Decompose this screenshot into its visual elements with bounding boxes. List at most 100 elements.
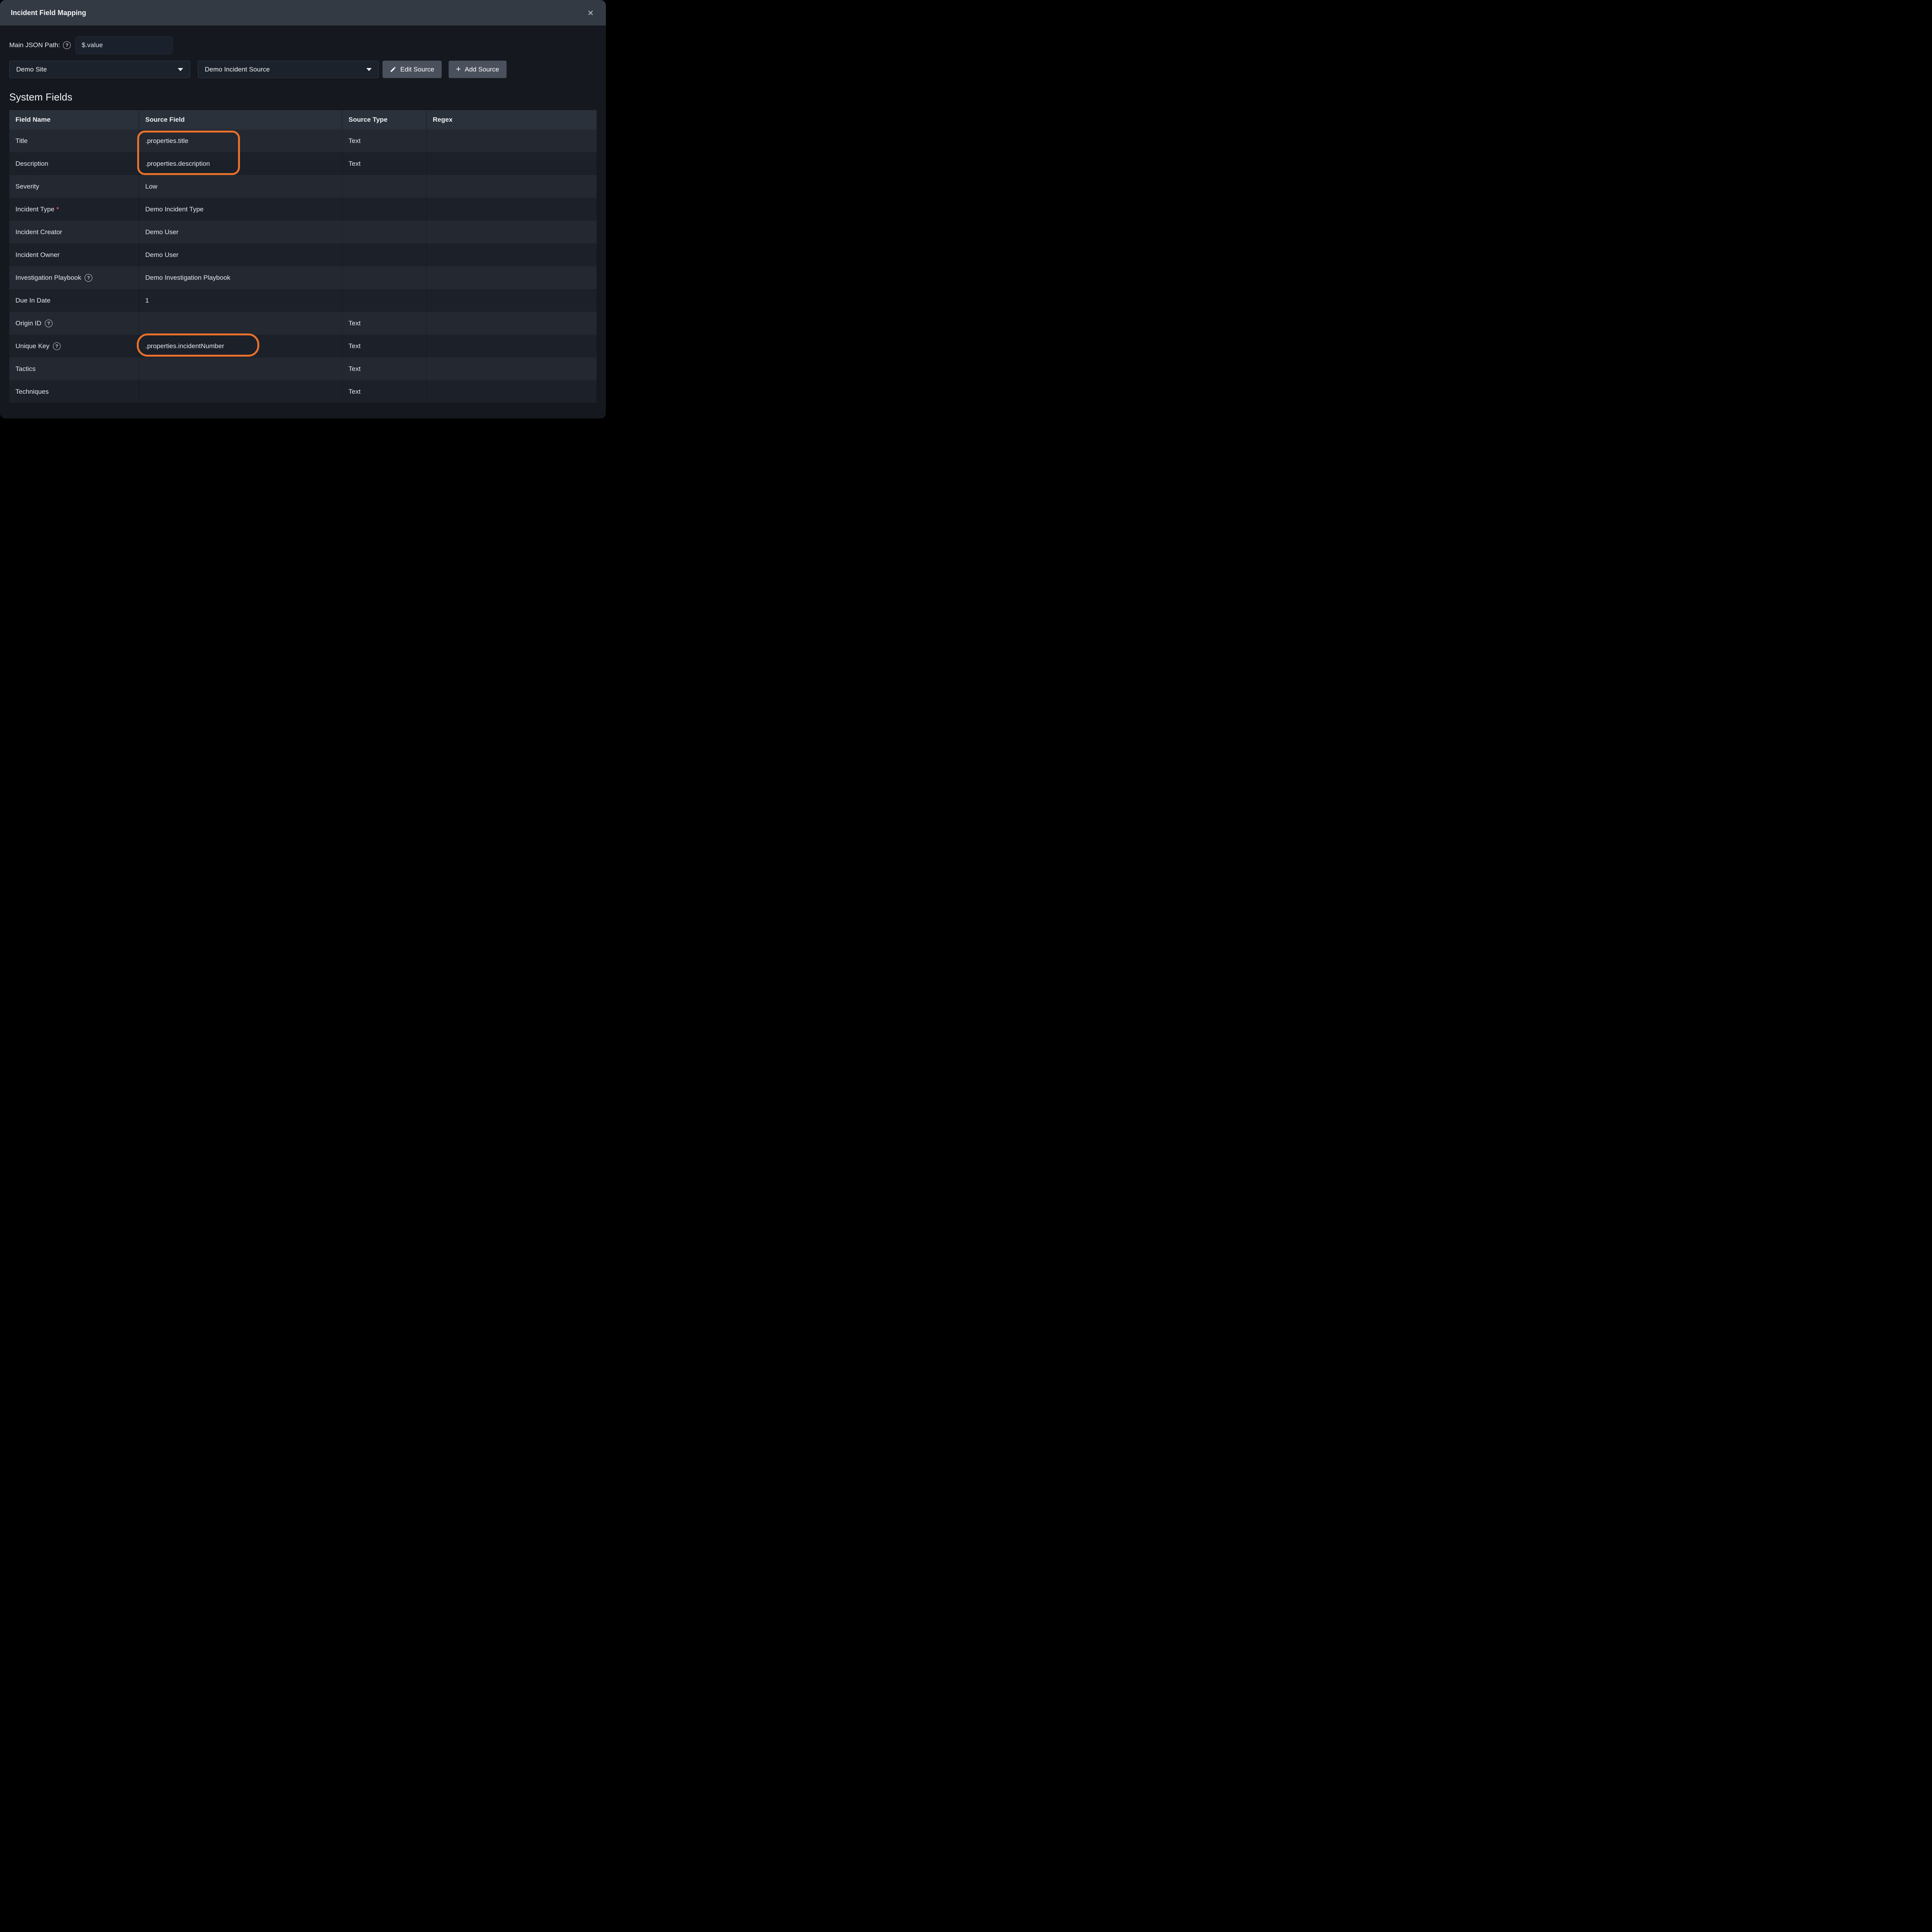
source-field-cell: .properties.description	[139, 152, 342, 175]
field-name-label: Title	[15, 137, 28, 145]
regex-cell	[427, 289, 597, 312]
field-name-label: Incident Creator	[15, 228, 62, 236]
source-type-cell	[342, 266, 427, 289]
field-name-label: Tactics	[15, 365, 36, 373]
regex-cell	[427, 357, 597, 380]
field-name-label: Due In Date	[15, 297, 51, 304]
incident-source-select-value: Demo Incident Source	[205, 66, 270, 73]
incident-field-mapping-modal: Incident Field Mapping × Main JSON Path:…	[0, 0, 606, 418]
field-name-cell: Incident Creator	[9, 221, 139, 243]
help-icon[interactable]: ?	[45, 320, 53, 327]
field-name-cell: Severity	[9, 175, 139, 198]
table-row: Incident Owner Demo User	[9, 243, 597, 266]
field-name-cell: Investigation Playbook?	[9, 266, 139, 289]
edit-source-label: Edit Source	[400, 66, 434, 73]
column-header-source-field: Source Field	[139, 110, 342, 129]
field-name-label: Investigation Playbook	[15, 274, 81, 282]
edit-source-button[interactable]: Edit Source	[383, 61, 442, 78]
toolbar: Demo Site Demo Incident Source Edit Sour…	[9, 61, 597, 78]
source-field-cell: Demo User	[139, 243, 342, 266]
source-type-cell	[342, 198, 427, 221]
source-type-cell: Text	[342, 380, 427, 403]
section-title: System Fields	[9, 91, 597, 103]
close-icon[interactable]: ×	[586, 7, 595, 19]
source-field-cell: .properties.incidentNumber	[139, 335, 342, 357]
source-field-cell: Demo Investigation Playbook	[139, 266, 342, 289]
field-name-label: Incident Type	[15, 206, 54, 213]
pencil-icon	[390, 66, 396, 73]
chevron-down-icon	[178, 68, 183, 71]
add-source-button[interactable]: + Add Source	[449, 61, 507, 78]
source-type-cell: Text	[342, 129, 427, 152]
field-name-cell: Title	[9, 129, 139, 152]
chevron-down-icon	[366, 68, 372, 71]
regex-cell	[427, 335, 597, 357]
help-icon[interactable]: ?	[85, 274, 92, 282]
table-row: Origin ID? Text	[9, 312, 597, 335]
field-name-cell: Unique Key?	[9, 335, 139, 357]
source-type-cell	[342, 175, 427, 198]
source-type-cell: Text	[342, 357, 427, 380]
site-select[interactable]: Demo Site	[9, 61, 190, 78]
table-row: Severity Low	[9, 175, 597, 198]
regex-cell	[427, 152, 597, 175]
site-select-value: Demo Site	[16, 66, 47, 73]
system-fields-table: Field NameSource FieldSource TypeRegex T…	[9, 110, 597, 403]
field-name-label: Techniques	[15, 388, 49, 396]
json-path-help-icon[interactable]: ?	[63, 41, 71, 49]
table-row: Due In Date 1	[9, 289, 597, 312]
source-field-cell: Demo Incident Type	[139, 198, 342, 221]
column-header-field-name: Field Name	[9, 110, 139, 129]
source-type-cell: Text	[342, 152, 427, 175]
table-header-row: Field NameSource FieldSource TypeRegex	[9, 110, 597, 129]
field-name-cell: Incident Type*	[9, 198, 139, 221]
source-field-cell	[139, 357, 342, 380]
incident-source-select[interactable]: Demo Incident Source	[198, 61, 379, 78]
field-name-cell: Techniques	[9, 380, 139, 403]
source-type-cell	[342, 289, 427, 312]
json-path-input[interactable]	[75, 36, 173, 54]
table-row: Incident Type*Demo Incident Type	[9, 198, 597, 221]
json-path-row: Main JSON Path: ?	[9, 36, 597, 54]
regex-cell	[427, 243, 597, 266]
source-field-cell: Demo User	[139, 221, 342, 243]
required-asterisk: *	[56, 206, 59, 213]
regex-cell	[427, 198, 597, 221]
table-row: Tactics Text	[9, 357, 597, 380]
table-body: Title.properties.titleTextDescription.pr…	[9, 129, 597, 403]
field-name-cell: Incident Owner	[9, 243, 139, 266]
source-type-cell	[342, 221, 427, 243]
regex-cell	[427, 380, 597, 403]
source-field-cell	[139, 380, 342, 403]
source-type-cell: Text	[342, 312, 427, 335]
field-name-label: Unique Key	[15, 342, 49, 350]
regex-cell	[427, 221, 597, 243]
table-row: Investigation Playbook?Demo Investigatio…	[9, 266, 597, 289]
source-field-cell: Low	[139, 175, 342, 198]
regex-cell	[427, 175, 597, 198]
column-header-source-type: Source Type	[342, 110, 427, 129]
field-name-cell: Description	[9, 152, 139, 175]
modal-titlebar: Incident Field Mapping ×	[0, 0, 606, 26]
field-name-label: Severity	[15, 183, 39, 190]
source-field-cell: .properties.title	[139, 129, 342, 152]
add-source-label: Add Source	[465, 66, 499, 73]
table-row: Title .properties.titleText	[9, 129, 597, 152]
help-icon[interactable]: ?	[53, 342, 61, 350]
source-type-cell: Text	[342, 335, 427, 357]
modal-content: Main JSON Path: ? Demo Site Demo Inciden…	[0, 36, 606, 403]
field-name-cell: Tactics	[9, 357, 139, 380]
regex-cell	[427, 129, 597, 152]
json-path-label: Main JSON Path:	[9, 41, 60, 49]
modal-title: Incident Field Mapping	[11, 9, 86, 17]
regex-cell	[427, 266, 597, 289]
source-field-cell: 1	[139, 289, 342, 312]
field-name-label: Description	[15, 160, 48, 168]
field-name-cell: Origin ID?	[9, 312, 139, 335]
field-name-label: Incident Owner	[15, 251, 60, 259]
regex-cell	[427, 312, 597, 335]
table-row: Description .properties.descriptionText	[9, 152, 597, 175]
source-field-cell	[139, 312, 342, 335]
column-header-regex: Regex	[427, 110, 597, 129]
field-name-cell: Due In Date	[9, 289, 139, 312]
